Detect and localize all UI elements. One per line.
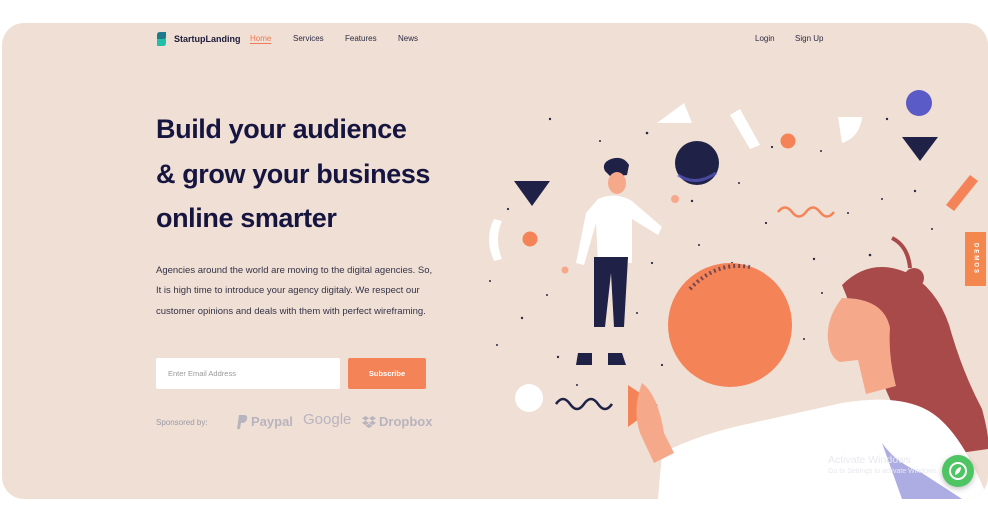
navy-squiggle bbox=[554, 397, 614, 411]
paypal-icon bbox=[237, 414, 248, 429]
brand-logo[interactable]: StartupLanding bbox=[155, 31, 241, 47]
orange-dot-left bbox=[522, 231, 538, 247]
nav-services[interactable]: Services bbox=[293, 34, 324, 43]
hero-headline: Build your audience & grow your business… bbox=[156, 107, 430, 241]
login-link[interactable]: Login bbox=[755, 34, 775, 43]
demos-label: DEMOS bbox=[972, 242, 979, 275]
white-arc-right bbox=[730, 109, 760, 149]
chat-leaf-icon bbox=[949, 462, 967, 480]
hero-description: Agencies around the world are moving to … bbox=[156, 264, 433, 317]
paypal-label: Paypal bbox=[251, 414, 293, 429]
watermark-subtitle: Go to Settings to activate Windows. bbox=[828, 468, 939, 475]
demos-side-tab[interactable]: DEMOS bbox=[965, 232, 986, 286]
orange-dot-small bbox=[780, 133, 796, 149]
startuplanding-logo-icon bbox=[157, 32, 166, 46]
dropbox-label: Dropbox bbox=[379, 414, 433, 429]
top-navbar: StartupLanding Home Services Features Ne… bbox=[2, 23, 988, 55]
sponsor-dropbox: Dropbox bbox=[362, 414, 432, 429]
google-label: Google bbox=[303, 411, 352, 428]
man-figure bbox=[561, 157, 679, 365]
watermark-title: Activate Windows bbox=[828, 454, 911, 466]
signup-link[interactable]: Sign Up bbox=[795, 34, 823, 43]
chat-button[interactable] bbox=[942, 455, 974, 487]
big-orange-circle bbox=[668, 263, 792, 387]
white-arc-top bbox=[657, 103, 692, 123]
headline-line-1: Build your audience bbox=[156, 114, 407, 144]
brand-name: StartupLanding bbox=[174, 34, 241, 44]
nav-news[interactable]: News bbox=[398, 34, 418, 43]
white-circle-bottom bbox=[515, 384, 543, 412]
navy-triangle-left bbox=[514, 181, 550, 206]
sponsor-google: Google bbox=[303, 411, 351, 428]
white-arc-left bbox=[489, 219, 502, 261]
orange-squiggle bbox=[777, 206, 835, 218]
subscribe-button[interactable]: Subscribe bbox=[348, 358, 426, 389]
purple-circle bbox=[906, 90, 932, 116]
headline-line-2: & grow your business bbox=[156, 158, 431, 189]
navy-triangle-right bbox=[902, 137, 938, 161]
hero-illustration bbox=[489, 90, 988, 499]
white-arc-corner bbox=[838, 117, 862, 143]
dropbox-icon bbox=[362, 415, 376, 428]
nav-features[interactable]: Features bbox=[345, 34, 377, 43]
hero-section: StartupLanding Home Services Features Ne… bbox=[2, 23, 988, 499]
sponsored-by-label: Sponsored by: bbox=[156, 418, 208, 427]
sponsor-paypal: Paypal bbox=[236, 414, 293, 429]
email-input[interactable] bbox=[156, 358, 340, 389]
orange-slash bbox=[946, 175, 978, 211]
nav-home[interactable]: Home bbox=[250, 34, 271, 43]
activate-windows-watermark: Activate Windows Go to Settings to activ… bbox=[828, 454, 939, 475]
headline-line-3: online smarter bbox=[156, 203, 337, 233]
